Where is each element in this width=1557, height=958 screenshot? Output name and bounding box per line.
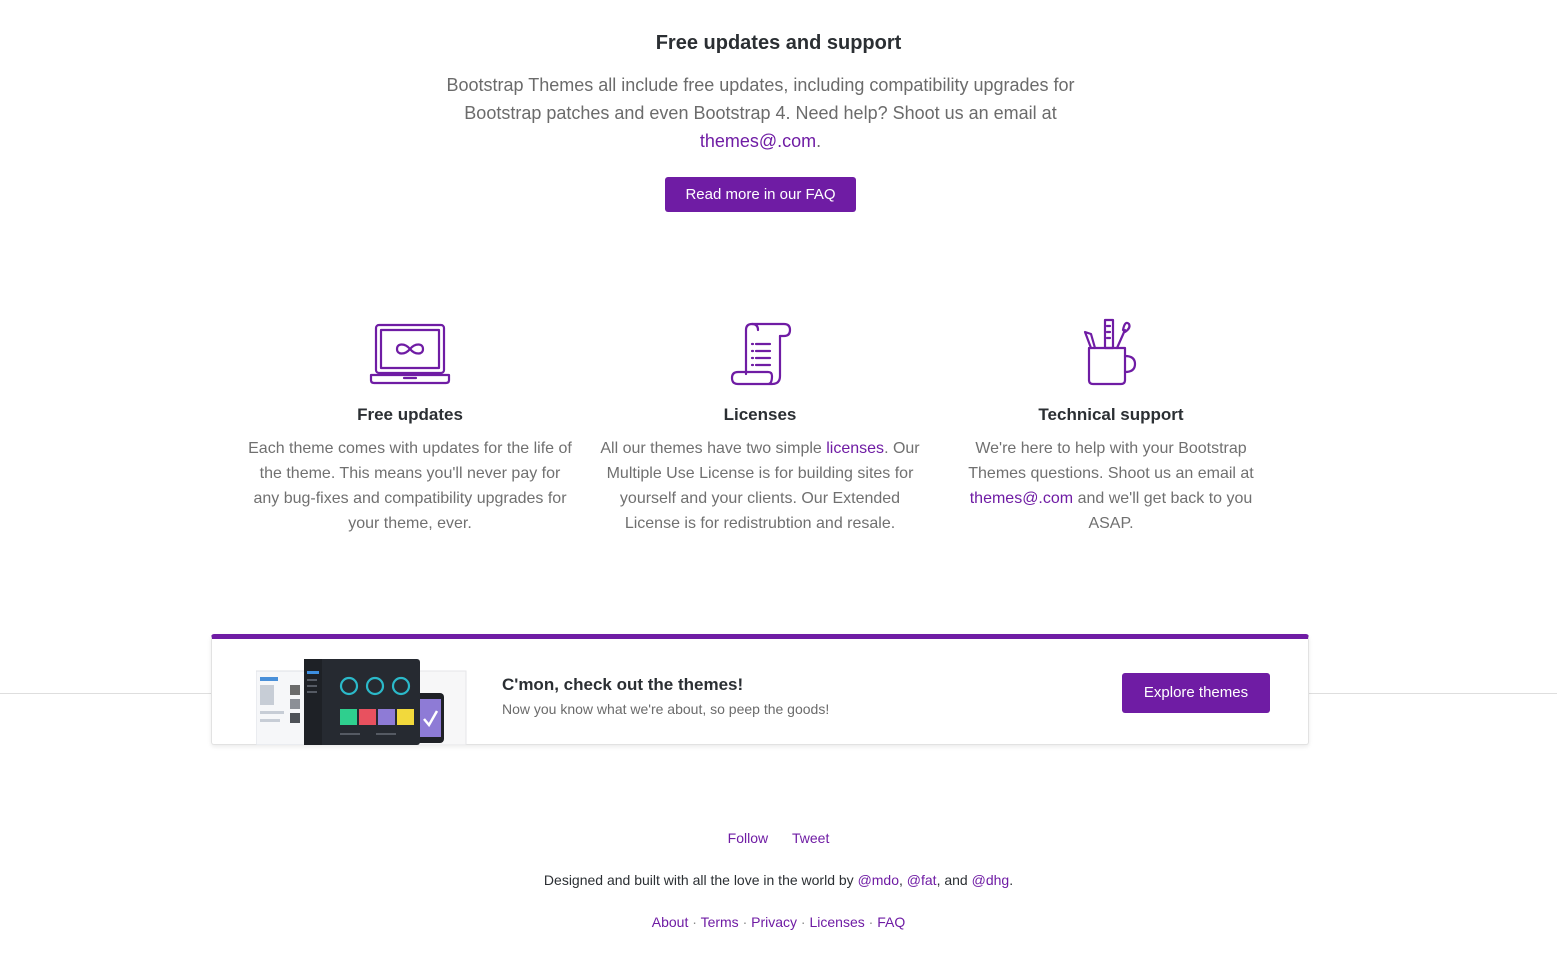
- feature-technical-support: Technical support We're here to help wit…: [946, 316, 1276, 532]
- cta-subtitle: Now you know what we're about, so peep t…: [502, 701, 830, 717]
- laptop-infinity-icon: [369, 323, 451, 385]
- support-period: .: [816, 131, 822, 151]
- cta-title: C'mon, check out the themes!: [502, 675, 744, 694]
- support-text: Bootstrap Themes all include free update…: [428, 71, 1093, 155]
- author-mdo-link[interactable]: @mdo: [858, 872, 899, 888]
- licenses-link[interactable]: licenses: [826, 440, 884, 457]
- cta-card: C'mon, check out the themes! Now you kno…: [211, 634, 1309, 745]
- explore-themes-button[interactable]: Explore themes: [1122, 673, 1270, 713]
- footer-credit: Designed and built with all the love in …: [543, 872, 1014, 888]
- author-dhg-link[interactable]: @dhg: [972, 872, 1010, 888]
- footer-link-terms[interactable]: Terms: [701, 914, 739, 930]
- feature-title-technical-support: Technical support: [1038, 405, 1184, 424]
- footer-link-about[interactable]: About: [652, 914, 689, 930]
- feature-licenses: Licenses All our themes have two simple …: [595, 316, 925, 532]
- feature-text-technical-support: We're here to help with your Bootstrap T…: [968, 440, 1254, 532]
- faq-button[interactable]: Read more in our FAQ: [665, 177, 856, 212]
- feature-text-free-updates: Each theme comes with updates for the li…: [248, 440, 572, 532]
- footer-link-privacy[interactable]: Privacy: [751, 914, 797, 930]
- social-links: Follow Tweet: [0, 830, 1557, 846]
- footer-link-faq[interactable]: FAQ: [877, 914, 905, 930]
- feature-title-free-updates: Free updates: [357, 405, 463, 424]
- pencil-cup-icon: [1083, 318, 1137, 386]
- follow-link[interactable]: Follow: [728, 830, 768, 846]
- footer-link-licenses[interactable]: Licenses: [810, 914, 865, 930]
- support-email-link-2[interactable]: themes@.com: [970, 490, 1073, 507]
- feature-title-licenses: Licenses: [723, 405, 797, 424]
- support-title: Free updates and support: [655, 32, 902, 54]
- footer-links: About · Terms · Privacy · Licenses · FAQ: [651, 914, 906, 930]
- tweet-link[interactable]: Tweet: [792, 830, 829, 846]
- feature-text-licenses: All our themes have two simple licenses.…: [600, 440, 920, 532]
- support-email-link[interactable]: themes@.com: [700, 131, 816, 151]
- themes-preview-image: [256, 659, 468, 745]
- feature-free-updates: Free updates Each theme comes with updat…: [245, 316, 575, 532]
- author-fat-link[interactable]: @fat: [907, 872, 937, 888]
- support-body-text: Bootstrap Themes all include free update…: [446, 75, 1075, 123]
- scroll-document-icon: [730, 322, 792, 386]
